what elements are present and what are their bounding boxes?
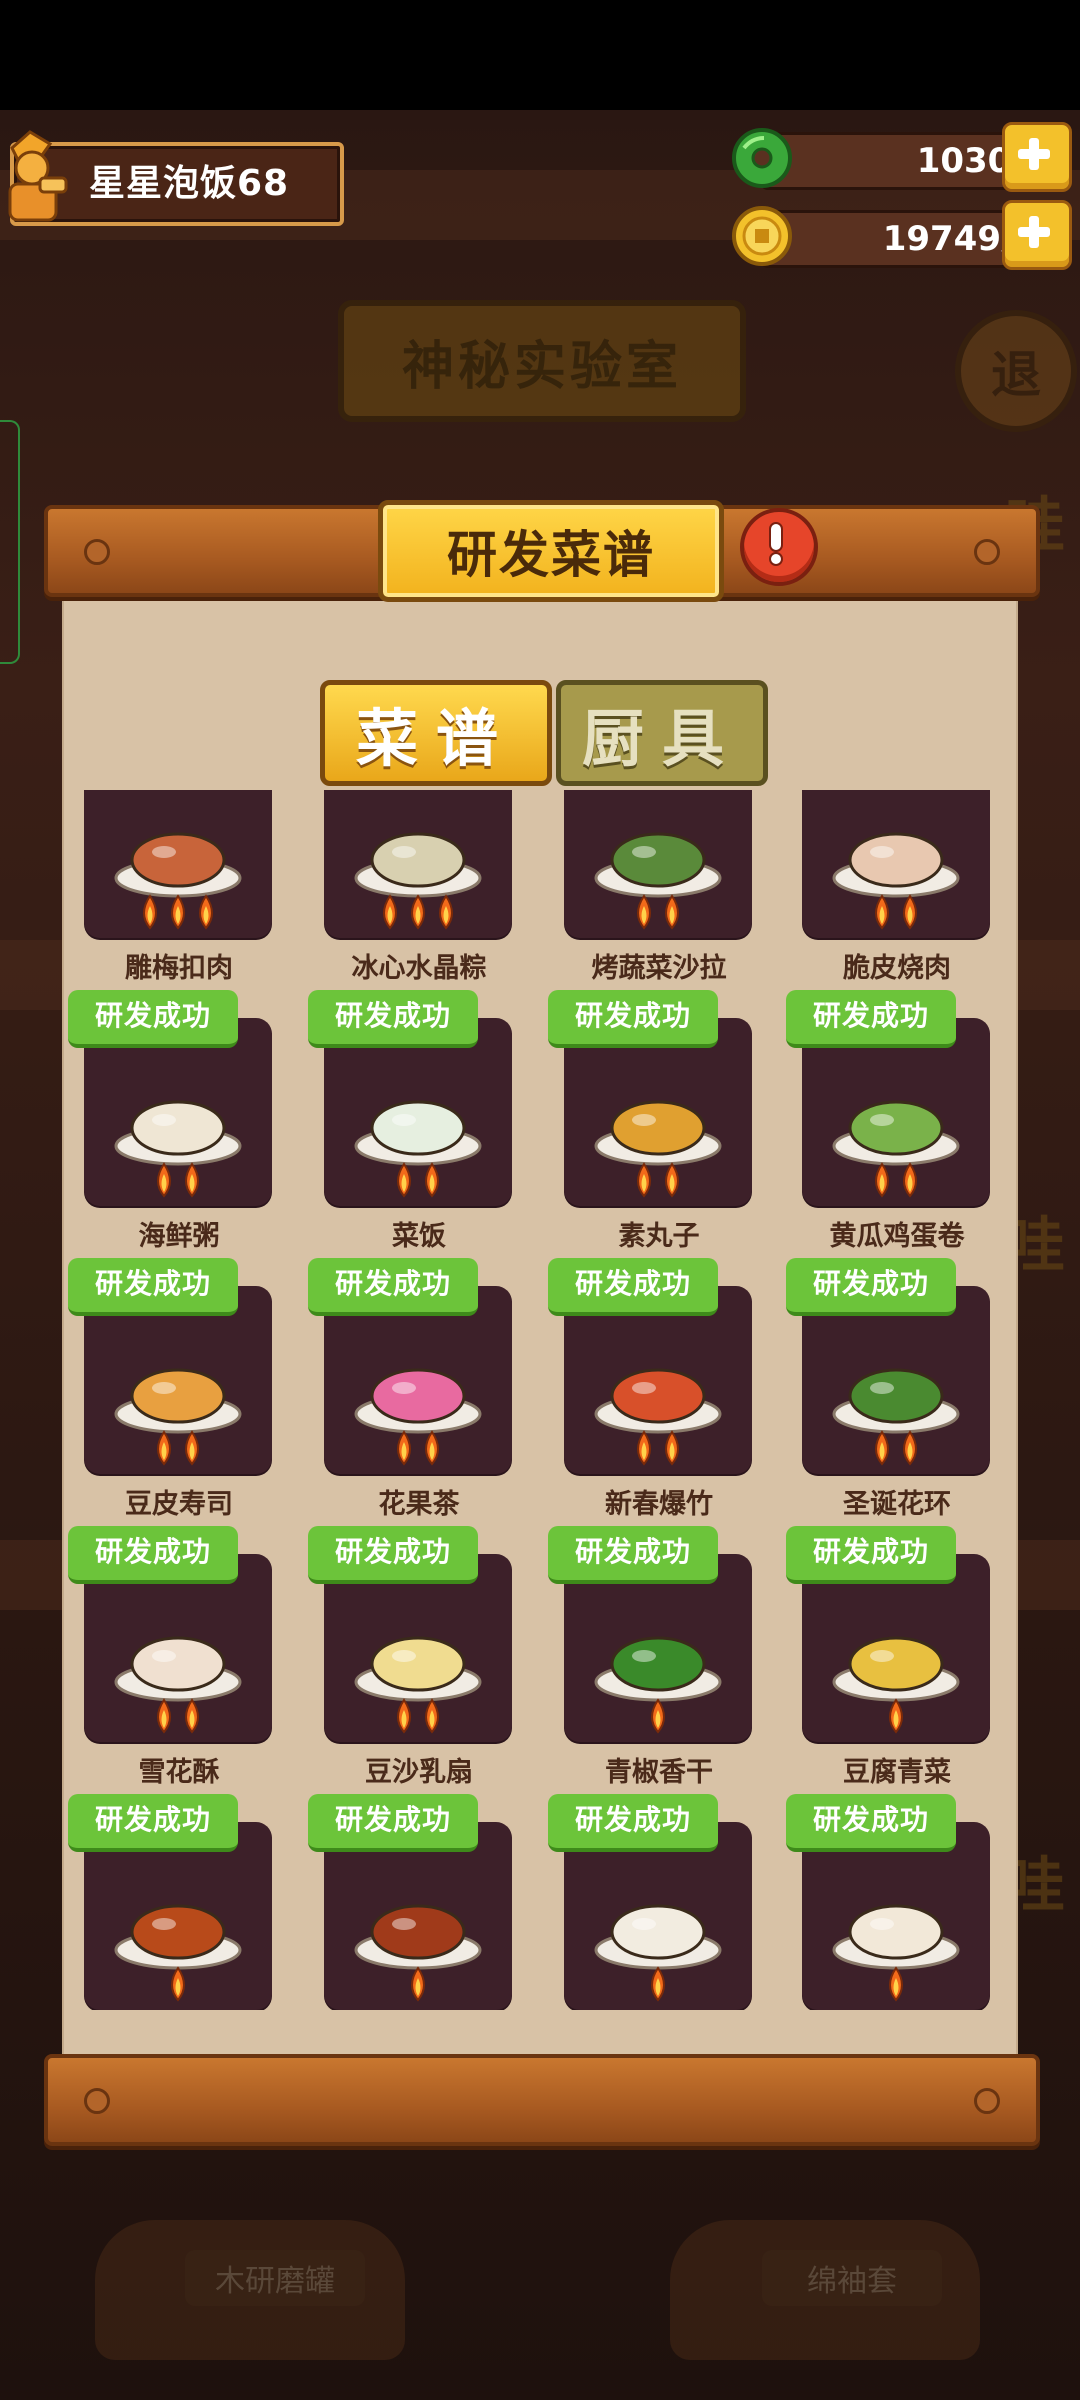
recipe-card[interactable]: 冰心水晶粽 <box>324 790 514 1000</box>
dish-name: 豆沙乳扇 <box>365 1757 473 1788</box>
recipe-card[interactable]: 研发成功雪花酥 <box>68 1526 274 1804</box>
rod-knob <box>84 539 110 565</box>
recipe-grid[interactable]: 雕梅扣肉 冰心水晶粽 烤蔬菜沙拉 脆皮烧肉 研发成功 海鲜粥 研发成功 菜饭 研发成功 素丸子 研发… <box>62 790 1018 2010</box>
success-badge: 研发成功 <box>786 1258 956 1316</box>
lab-title-plate: 神秘实验室 <box>338 300 746 422</box>
dish-name: 烤蔬菜沙拉 <box>591 953 727 984</box>
dish-name: 雕梅扣肉 <box>125 953 233 984</box>
recipe-card[interactable]: 研发成功青椒香干 <box>548 1526 754 1804</box>
recipe-card[interactable]: 研发成功豆沙乳扇 <box>308 1526 514 1804</box>
recipe-card[interactable]: 研发成功猪肉脯 <box>308 1794 514 2010</box>
dish-name: 雪花酥 <box>138 1757 220 1788</box>
panel-title: 研发菜谱 <box>378 500 724 602</box>
dish-name: 素丸子 <box>618 1221 700 1252</box>
success-badge: 研发成功 <box>548 990 718 1048</box>
exclamation-icon <box>769 522 783 566</box>
recipe-card[interactable]: 研发成功菜饭 <box>308 990 514 1268</box>
success-badge: 研发成功 <box>68 1258 238 1316</box>
recipe-card[interactable]: 研发成功烤饵块 <box>548 1794 754 2010</box>
dish-name: 菜饭 <box>392 1221 446 1252</box>
recipe-card[interactable]: 研发成功豆腐青菜 <box>786 1526 992 1804</box>
rod-knob <box>84 2088 110 2114</box>
dish-icon <box>594 832 722 930</box>
success-badge: 研发成功 <box>548 1794 718 1852</box>
recipe-card[interactable]: 研发成功豆皮寿司 <box>68 1258 274 1536</box>
dish-name: 冰心水晶粽 <box>351 953 487 984</box>
dish-name: 豆腐青菜 <box>843 1757 951 1788</box>
tab-tools[interactable]: 厨具 <box>556 680 768 786</box>
success-badge: 研发成功 <box>308 990 478 1048</box>
rod-knob <box>974 539 1000 565</box>
dish-name: 脆皮烧肉 <box>843 953 951 984</box>
recipe-card-bg <box>84 790 272 938</box>
success-badge: 研发成功 <box>548 1258 718 1316</box>
bg-item-label-left: 木研磨罐 <box>185 2250 365 2306</box>
dish-name: 圣诞花环 <box>843 1489 951 1520</box>
recipe-card-bg <box>564 790 752 938</box>
rod-knob <box>974 2088 1000 2114</box>
success-badge: 研发成功 <box>308 1258 478 1316</box>
success-badge: 研发成功 <box>68 990 238 1048</box>
success-badge: 研发成功 <box>786 990 956 1048</box>
recipe-card[interactable]: 研发成功辣条 <box>68 1794 274 2010</box>
gold-coin-icon <box>732 206 792 266</box>
info-button[interactable] <box>740 508 818 586</box>
dish-name: 豆皮寿司 <box>125 1489 233 1520</box>
dish-icon <box>114 832 242 930</box>
side-frame <box>0 420 20 664</box>
success-badge: 研发成功 <box>68 1526 238 1584</box>
success-badge: 研发成功 <box>308 1526 478 1584</box>
plus-icon <box>1018 216 1050 248</box>
scroll-bottom-rod <box>44 2054 1040 2146</box>
jade-icon <box>732 128 792 188</box>
recipe-card[interactable]: 研发成功圣诞花环 <box>786 1258 992 1536</box>
dish-name: 新春爆竹 <box>605 1489 713 1520</box>
player-avatar-icon[interactable] <box>0 128 70 224</box>
success-badge: 研发成功 <box>308 1794 478 1852</box>
recipe-card[interactable]: 研发成功海鲜粥 <box>68 990 274 1268</box>
recipe-card[interactable]: 研发成功素丸子 <box>548 990 754 1268</box>
exit-button[interactable]: 退 <box>955 310 1077 432</box>
success-badge: 研发成功 <box>548 1526 718 1584</box>
dish-name: 花果茶 <box>378 1489 460 1520</box>
dish-name: 青椒香干 <box>605 1757 713 1788</box>
tab-recipes[interactable]: 菜谱 <box>320 680 552 786</box>
recipe-card[interactable]: 研发成功新春爆竹 <box>548 1258 754 1536</box>
success-badge: 研发成功 <box>786 1794 956 1852</box>
dish-name: 黄瓜鸡蛋卷 <box>829 1221 965 1252</box>
recipe-card[interactable]: 脆皮烧肉 <box>802 790 992 1000</box>
recipe-card-bg <box>324 790 512 938</box>
plus-icon <box>1018 138 1050 170</box>
success-badge: 研发成功 <box>68 1794 238 1852</box>
bg-item-label-right: 绵袖套 <box>762 2250 942 2306</box>
dish-name: 海鲜粥 <box>138 1221 220 1252</box>
recipe-card[interactable]: 研发成功花果茶 <box>308 1258 514 1536</box>
recipe-card[interactable]: 研发成功桂花冰粉 <box>786 1794 992 2010</box>
player-name: 星星泡饭68 <box>89 163 290 204</box>
recipe-card[interactable]: 研发成功黄瓜鸡蛋卷 <box>786 990 992 1268</box>
recipe-card[interactable]: 雕梅扣肉 <box>84 790 274 1000</box>
recipe-card-bg <box>802 790 990 938</box>
dish-icon <box>832 832 960 930</box>
recipe-card[interactable]: 烤蔬菜沙拉 <box>564 790 754 1000</box>
success-badge: 研发成功 <box>786 1526 956 1584</box>
add-coin-button[interactable] <box>1002 200 1072 270</box>
add-jade-button[interactable] <box>1002 122 1072 192</box>
dish-icon <box>354 832 482 930</box>
